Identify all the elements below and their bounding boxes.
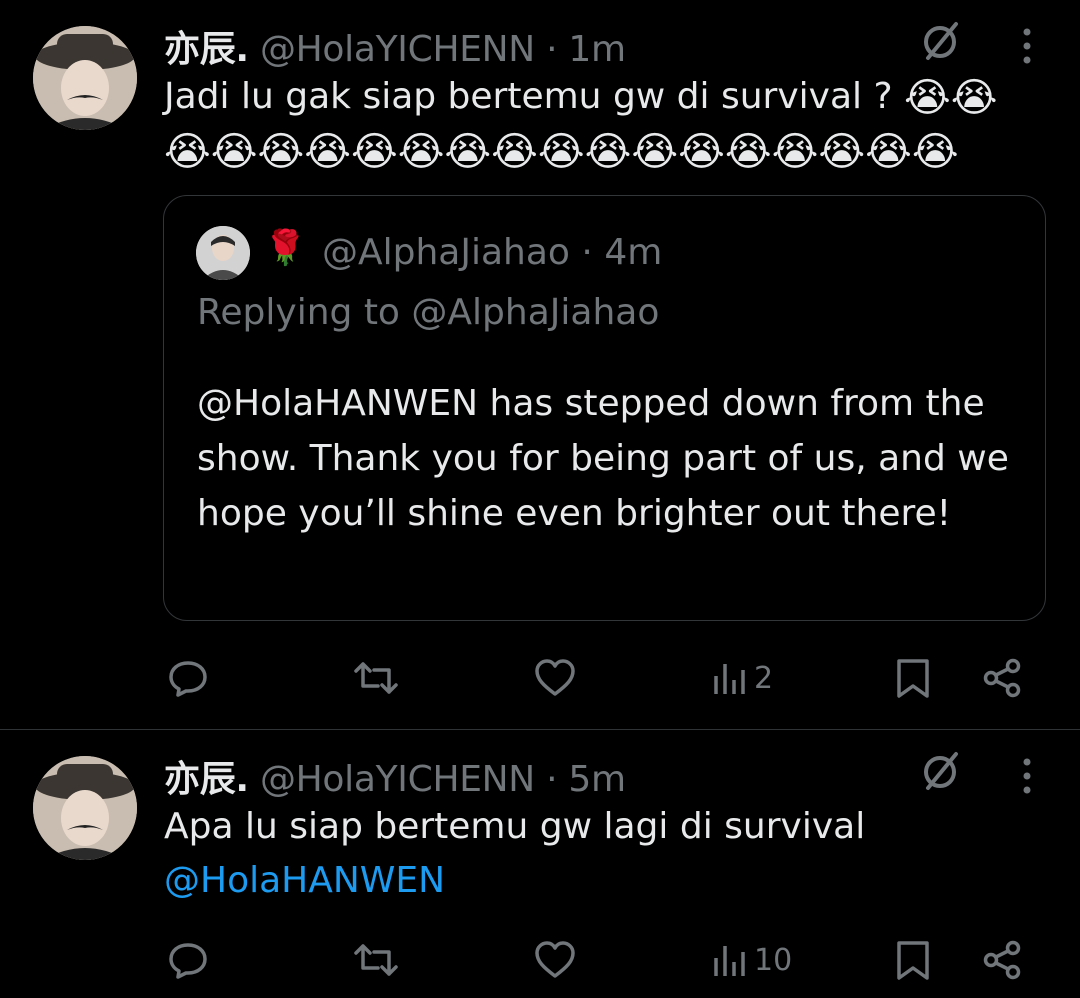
tweet-1[interactable]: 亦辰. @HolaYICHENN · 1m Jadi lu gak siap b… (0, 0, 1080, 729)
separator-dot: · (546, 29, 558, 70)
more-options-icon[interactable] (1012, 754, 1042, 798)
like-button[interactable] (533, 930, 577, 990)
tweet-text-body: Jadi lu gak siap bertemu gw di survival … (164, 76, 905, 117)
replying-to: Replying to @AlphaJiahao (197, 292, 660, 333)
quoted-author-handle[interactable]: @AlphaJiahao (322, 232, 570, 273)
share-icon (983, 658, 1021, 698)
views-count: 10 (754, 942, 793, 978)
heart-icon (535, 659, 575, 696)
quoted-tweet[interactable]: 🌹 @AlphaJiahao · 4m Replying to @AlphaJi… (163, 195, 1046, 621)
author-handle[interactable]: @HolaYICHENN (260, 29, 535, 70)
quoted-text: @HolaHANWEN has stepped down from the sh… (197, 383, 1009, 534)
author-name[interactable]: 亦辰. (164, 759, 249, 800)
author-handle[interactable]: @HolaYICHENN (260, 759, 535, 800)
author-avatar[interactable] (33, 756, 137, 860)
like-button[interactable] (533, 648, 577, 708)
views-count: 2 (754, 660, 774, 696)
rose-emoji: 🌹 (264, 228, 307, 268)
bookmark-button[interactable] (893, 930, 933, 990)
separator-dot: · (546, 759, 558, 800)
crying-emoji-group: 😭😭 (904, 75, 998, 121)
tweet-time[interactable]: 1m (568, 29, 626, 70)
repost-icon (354, 944, 398, 976)
repost-icon (354, 662, 398, 694)
grok-icon[interactable] (918, 750, 962, 794)
author-avatar[interactable] (33, 26, 137, 130)
bookmark-button[interactable] (893, 648, 933, 708)
tweet-text: Apa lu siap bertemu gw lagi di survival … (164, 800, 1054, 908)
more-options-icon[interactable] (1012, 24, 1042, 68)
views-icon (714, 664, 745, 694)
share-icon (983, 940, 1021, 980)
share-button[interactable] (980, 930, 1024, 990)
crying-emoji-group: 😭😭😭😭😭😭😭😭😭😭😭😭😭😭😭😭😭 (164, 129, 959, 175)
grok-icon[interactable] (918, 20, 962, 64)
bookmark-icon (897, 659, 929, 698)
share-button[interactable] (980, 648, 1024, 708)
quoted-author-avatar[interactable] (196, 226, 250, 280)
views-button[interactable]: 2 (712, 648, 773, 708)
mention-link[interactable]: @HolaHANWEN (164, 860, 445, 901)
views-icon (714, 946, 745, 976)
tweet-header: 亦辰. @HolaYICHENN · 1m (164, 20, 626, 72)
views-button[interactable]: 10 (712, 930, 792, 990)
author-name[interactable]: 亦辰. (164, 29, 249, 70)
repost-button[interactable] (353, 648, 399, 708)
reply-button[interactable] (166, 930, 210, 990)
heart-icon (535, 941, 575, 978)
tweet-header: 亦辰. @HolaYICHENN · 5m (164, 750, 626, 802)
action-bar: 2 (0, 648, 1080, 708)
repost-button[interactable] (353, 930, 399, 990)
quoted-author-line: @AlphaJiahao · 4m (322, 232, 662, 273)
tweet-2[interactable]: 亦辰. @HolaYICHENN · 5m Apa lu siap bertem… (0, 730, 1080, 998)
quoted-time: 4m (604, 232, 663, 273)
reply-button[interactable] (166, 648, 210, 708)
action-bar: 10 (0, 930, 1080, 990)
bookmark-icon (897, 941, 929, 980)
tweet-time[interactable]: 5m (568, 759, 626, 800)
separator-dot: · (581, 232, 593, 273)
tweet-text-body: Apa lu siap bertemu gw lagi di survival (164, 806, 866, 847)
reply-icon (169, 661, 207, 697)
tweet-text: Jadi lu gak siap bertemu gw di survival … (164, 70, 1054, 178)
reply-icon (169, 943, 207, 979)
